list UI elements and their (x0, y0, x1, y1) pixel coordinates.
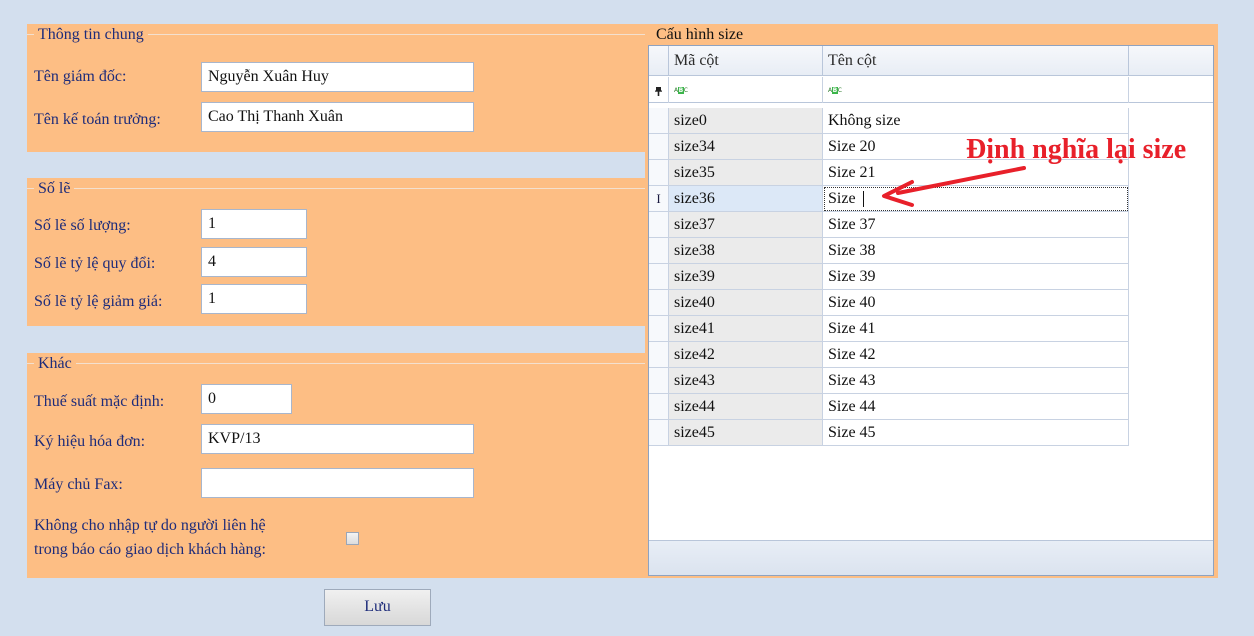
grid-header: Mã cột Tên cột (649, 46, 1213, 76)
row-selector[interactable] (649, 238, 669, 264)
rate-decimals-label: Số lẽ tỷ lệ quy đổi: (34, 255, 156, 272)
row-selector[interactable] (649, 290, 669, 316)
cell-code[interactable]: size44 (669, 394, 823, 420)
cell-name[interactable]: Size 44 (823, 394, 1129, 420)
qty-decimals-field[interactable]: 1 (201, 209, 307, 239)
fax-server-field[interactable] (201, 468, 474, 498)
row-selector[interactable] (649, 420, 669, 446)
filter-name-cell[interactable]: ABC (823, 77, 1129, 103)
row-selector[interactable] (649, 342, 669, 368)
general-group-title: Thông tin chung (34, 26, 148, 44)
cell-name[interactable]: Size 42 (823, 342, 1129, 368)
default-tax-field[interactable]: 0 (201, 384, 292, 414)
cell-code[interactable]: size0 (669, 108, 823, 134)
cell-code[interactable]: size39 (669, 264, 823, 290)
cell-code[interactable]: size40 (669, 290, 823, 316)
cell-code[interactable]: size41 (669, 316, 823, 342)
table-row[interactable]: size37 Size 37 (649, 212, 1129, 238)
cell-code[interactable]: size43 (669, 368, 823, 394)
row-selector[interactable] (649, 160, 669, 186)
cell-name[interactable]: Size 38 (823, 238, 1129, 264)
text-filter-icon: ABC (674, 87, 688, 94)
director-label: Tên giám đốc: (34, 68, 127, 85)
cell-name[interactable]: Size 40 (823, 290, 1129, 316)
table-row[interactable]: size38 Size 38 (649, 238, 1129, 264)
director-field[interactable]: Nguyễn Xuân Huy (201, 62, 474, 92)
group-border (27, 188, 645, 189)
grid-footer (649, 540, 1213, 575)
decimals-group-title: Số lẽ (34, 180, 75, 198)
annotation-text: Định nghĩa lại size (966, 134, 1187, 165)
row-selector[interactable] (649, 264, 669, 290)
cell-code[interactable]: size34 (669, 134, 823, 160)
filter-pin-cell (649, 77, 669, 103)
cell-code[interactable]: size35 (669, 160, 823, 186)
discount-decimals-field[interactable]: 1 (201, 284, 307, 314)
column-header-code[interactable]: Mã cột (669, 46, 823, 76)
filter-code-cell[interactable]: ABC (669, 77, 823, 103)
row-selector[interactable] (649, 108, 669, 134)
filter-row: ABC ABC (649, 77, 1213, 103)
text-filter-icon: ABC (828, 87, 842, 94)
no-free-contact-label-line2: trong báo cáo giao dịch khách hàng: (34, 541, 266, 558)
cell-name[interactable]: Size 39 (823, 264, 1129, 290)
size-grid[interactable]: Mã cột Tên cột ABC ABC size0 Không size si… (648, 45, 1214, 576)
no-free-contact-checkbox[interactable] (346, 532, 359, 545)
table-row[interactable]: size43 Size 43 (649, 368, 1129, 394)
row-selector[interactable] (649, 394, 669, 420)
qty-decimals-label: Số lẽ số lượng: (34, 217, 131, 234)
cell-name[interactable]: Không size (823, 108, 1129, 134)
cell-code[interactable]: size45 (669, 420, 823, 446)
text-caret (863, 191, 864, 207)
cell-name[interactable]: Size 41 (823, 316, 1129, 342)
row-selector[interactable] (649, 134, 669, 160)
cell-code[interactable]: size38 (669, 238, 823, 264)
cell-name[interactable]: Size 45 (823, 420, 1129, 446)
table-row[interactable]: size42 Size 42 (649, 342, 1129, 368)
no-free-contact-label-line1: Không cho nhập tự do người liên hệ (34, 517, 266, 534)
row-selector[interactable] (649, 368, 669, 394)
row-selector[interactable] (649, 316, 669, 342)
table-row[interactable]: size39 Size 39 (649, 264, 1129, 290)
table-row[interactable]: size41 Size 41 (649, 316, 1129, 342)
table-row[interactable]: size45 Size 45 (649, 420, 1129, 446)
group-border (27, 363, 645, 364)
cell-name[interactable]: Size (823, 186, 1129, 212)
size-config-title: Cấu hình size (652, 26, 748, 44)
row-selector[interactable]: I (649, 186, 669, 212)
other-group-title: Khác (34, 355, 76, 373)
cell-name[interactable]: Size 37 (823, 212, 1129, 238)
cell-code[interactable]: size42 (669, 342, 823, 368)
invoice-symbol-label: Ký hiệu hóa đơn: (34, 433, 146, 450)
table-row[interactable]: Isize36 Size (649, 186, 1129, 212)
cell-name[interactable]: Size 43 (823, 368, 1129, 394)
header-corner (649, 46, 669, 76)
row-selector[interactable] (649, 212, 669, 238)
invoice-symbol-field[interactable]: KVP/13 (201, 424, 474, 454)
cell-code[interactable]: size36 (669, 186, 823, 212)
pin-icon (655, 87, 662, 96)
discount-decimals-label: Số lẽ tỷ lệ giảm giá: (34, 293, 163, 310)
accountant-label: Tên kế toán trưởng: (34, 111, 161, 128)
rate-decimals-field[interactable]: 4 (201, 247, 307, 277)
save-button[interactable]: Lưu (324, 589, 431, 626)
table-row[interactable]: size0 Không size (649, 108, 1129, 134)
cell-code[interactable]: size37 (669, 212, 823, 238)
column-header-name[interactable]: Tên cột (823, 46, 1129, 76)
default-tax-label: Thuế suất mặc định: (34, 393, 165, 410)
fax-server-label: Máy chủ Fax: (34, 476, 123, 493)
accountant-field[interactable]: Cao Thị Thanh Xuân (201, 102, 474, 132)
table-row[interactable]: size44 Size 44 (649, 394, 1129, 420)
table-row[interactable]: size40 Size 40 (649, 290, 1129, 316)
